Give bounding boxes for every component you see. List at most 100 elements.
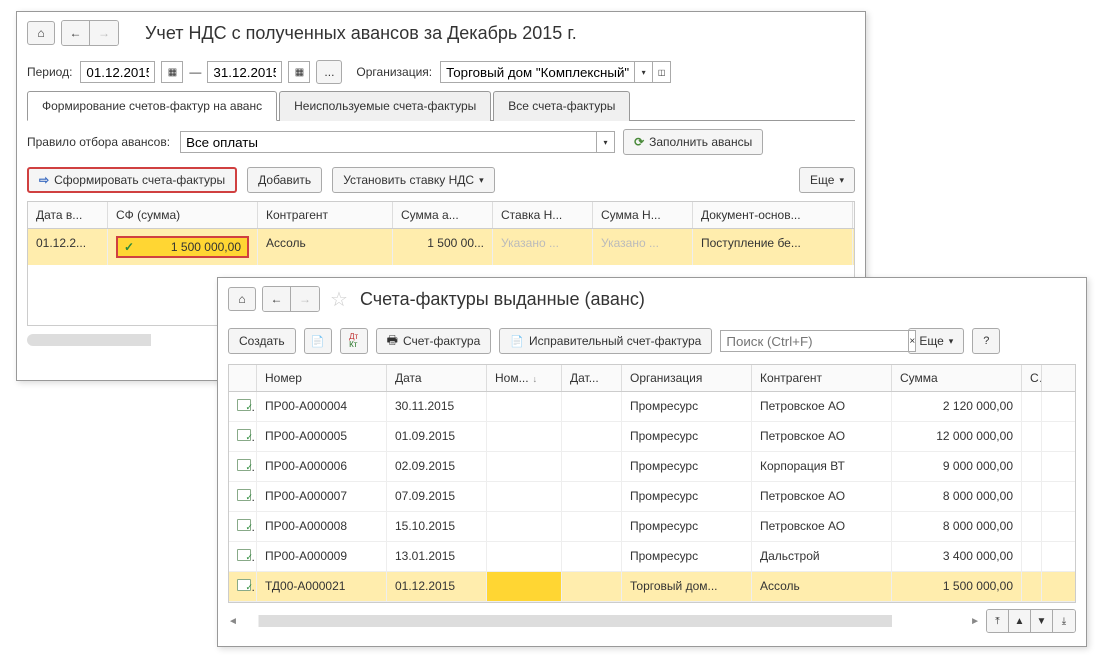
table-row[interactable]: ПР00-А00000815.10.2015ПромресурсПетровск… [229,512,1075,542]
period-label: Период: [27,65,72,79]
col-contragent[interactable]: Контрагент [258,202,393,228]
cell-org: Промресурс [622,542,752,571]
nav-history-2: ← → [262,286,320,312]
add-button[interactable]: Добавить [247,167,322,193]
toolbar-2: Создать ДтКт Счет-фактура Исправительный… [218,320,1086,362]
document-icon [237,459,251,471]
search-clear-icon[interactable]: × [909,330,916,352]
tab-form-invoices[interactable]: Формирование счетов-фактур на аванс [27,91,277,121]
cell-contr: Петровское АО [752,422,892,451]
create-from-button[interactable] [304,328,332,354]
col-sum[interactable]: Сумма [892,365,1022,391]
date-from-input[interactable] [80,61,155,83]
document-icon [237,549,251,561]
cell-number: ПР00-А000009 [257,542,387,571]
scroll-left-icon[interactable]: ◄ [228,616,238,627]
search-input[interactable] [720,330,909,352]
rule-dropdown-icon[interactable]: ▾ [597,131,615,153]
col-org[interactable]: Организация [622,365,752,391]
calendar-to-icon[interactable]: ▦ [288,61,310,83]
cell-nom [487,572,562,601]
set-vat-button[interactable]: Установить ставку НДС [332,167,494,193]
corrective-invoice-button[interactable]: Исправительный счет-фактура [499,328,712,354]
scroll-right-icon[interactable]: ► [970,616,980,627]
forward-button[interactable]: → [90,21,118,45]
help-button[interactable]: ? [972,328,1000,354]
calendar-from-icon[interactable]: ▦ [161,61,183,83]
row-icon [229,422,257,451]
star-icon[interactable]: ☆ [330,287,348,312]
rule-input[interactable] [180,131,597,153]
fill-advances-label: Заполнить авансы [649,135,752,149]
col-c[interactable]: С [1022,365,1042,391]
org-open-icon[interactable]: ◫ [653,61,671,83]
cell-number: ПР00-А000005 [257,422,387,451]
dtkr-icon: ДтКт [349,333,358,349]
search-box: × [720,330,900,352]
tab-unused-invoices[interactable]: Неиспользуемые счета-фактуры [279,91,491,121]
toolbar: Сформировать счета-фактуры Добавить Уста… [17,163,865,197]
col-nom[interactable]: Ном...↓ [487,365,562,391]
org-dropdown-icon[interactable]: ▾ [635,61,653,83]
back-button-2[interactable]: ← [263,287,291,311]
table-row[interactable]: ПР00-А00000707.09.2015ПромресурсПетровск… [229,482,1075,512]
col-dat[interactable]: Дат... [562,365,622,391]
cell-sum: 9 000 000,00 [892,452,1022,481]
forward-button-2[interactable]: → [291,287,319,311]
pager-first[interactable]: ⤒ [987,610,1009,632]
table-row[interactable]: ТД00-А00002101.12.2015Торговый дом...Асс… [229,572,1075,602]
grid-row[interactable]: 01.12.2... ✓ 1 500 000,00 Ассоль 1 500 0… [28,229,854,265]
cell-dat [562,482,622,511]
cell-nom [487,392,562,421]
cell-org: Торговый дом... [622,572,752,601]
period-ellipsis-button[interactable]: ... [316,60,342,84]
rule-label: Правило отбора авансов: [27,135,170,149]
cell-number: ПР00-А000008 [257,512,387,541]
col-number[interactable]: Номер [257,365,387,391]
table-row[interactable]: ПР00-А00000501.09.2015ПромресурсПетровск… [229,422,1075,452]
create-button[interactable]: Создать [228,328,296,354]
home-button[interactable]: ⌂ [27,21,55,45]
col-sum-advance[interactable]: Сумма а... [393,202,493,228]
col-basis-doc[interactable]: Документ-основ... [693,202,853,228]
h-scrollbar-2[interactable] [244,615,964,627]
date-to-input[interactable] [207,61,282,83]
cell-date: 30.11.2015 [387,392,487,421]
cell-org: Промресурс [622,392,752,421]
tab-all-invoices[interactable]: Все счета-фактуры [493,91,630,121]
col-sf-sum[interactable]: СФ (сумма) [108,202,258,228]
pager-last[interactable]: ⤓ [1053,610,1075,632]
col-date[interactable]: Дата [387,365,487,391]
cell-dat [562,512,622,541]
cell-contr: Петровское АО [752,392,892,421]
grid-header: Дата в... СФ (сумма) Контрагент Сумма а.… [28,202,854,229]
dtkr-button[interactable]: ДтКт [340,328,368,354]
col-icon[interactable] [229,365,257,391]
pager-up[interactable]: ▲ [1009,610,1031,632]
home-button-2[interactable]: ⌂ [228,287,256,311]
more-button-2[interactable]: Еще [908,328,964,354]
table-row[interactable]: ПР00-А00000913.01.2015ПромресурсДальстро… [229,542,1075,572]
row-icon [229,542,257,571]
row-icon [229,452,257,481]
form-invoices-button[interactable]: Сформировать счета-фактуры [27,167,237,193]
back-button[interactable]: ← [62,21,90,45]
org-select[interactable]: ▾ ◫ [440,61,671,83]
org-input[interactable] [440,61,635,83]
cell-basis-doc: Поступление бе... [693,229,853,265]
col-vat-rate[interactable]: Ставка Н... [493,202,593,228]
fill-advances-button[interactable]: Заполнить авансы [623,129,763,155]
pager-down[interactable]: ▼ [1031,610,1053,632]
col-contr[interactable]: Контрагент [752,365,892,391]
invoices-grid: Номер Дата Ном...↓ Дат... Организация Ко… [228,364,1076,603]
col-vat-sum[interactable]: Сумма Н... [593,202,693,228]
cell-c [1022,542,1042,571]
table-row[interactable]: ПР00-А00000602.09.2015ПромресурсКорпорац… [229,452,1075,482]
print-invoice-button[interactable]: Счет-фактура [376,328,492,354]
col-date[interactable]: Дата в... [28,202,108,228]
rule-select[interactable]: ▾ [180,131,615,153]
more-button[interactable]: Еще [799,167,855,193]
table-row[interactable]: ПР00-А00000430.11.2015ПромресурсПетровск… [229,392,1075,422]
row-icon [229,572,257,601]
org-label: Организация: [356,65,432,79]
